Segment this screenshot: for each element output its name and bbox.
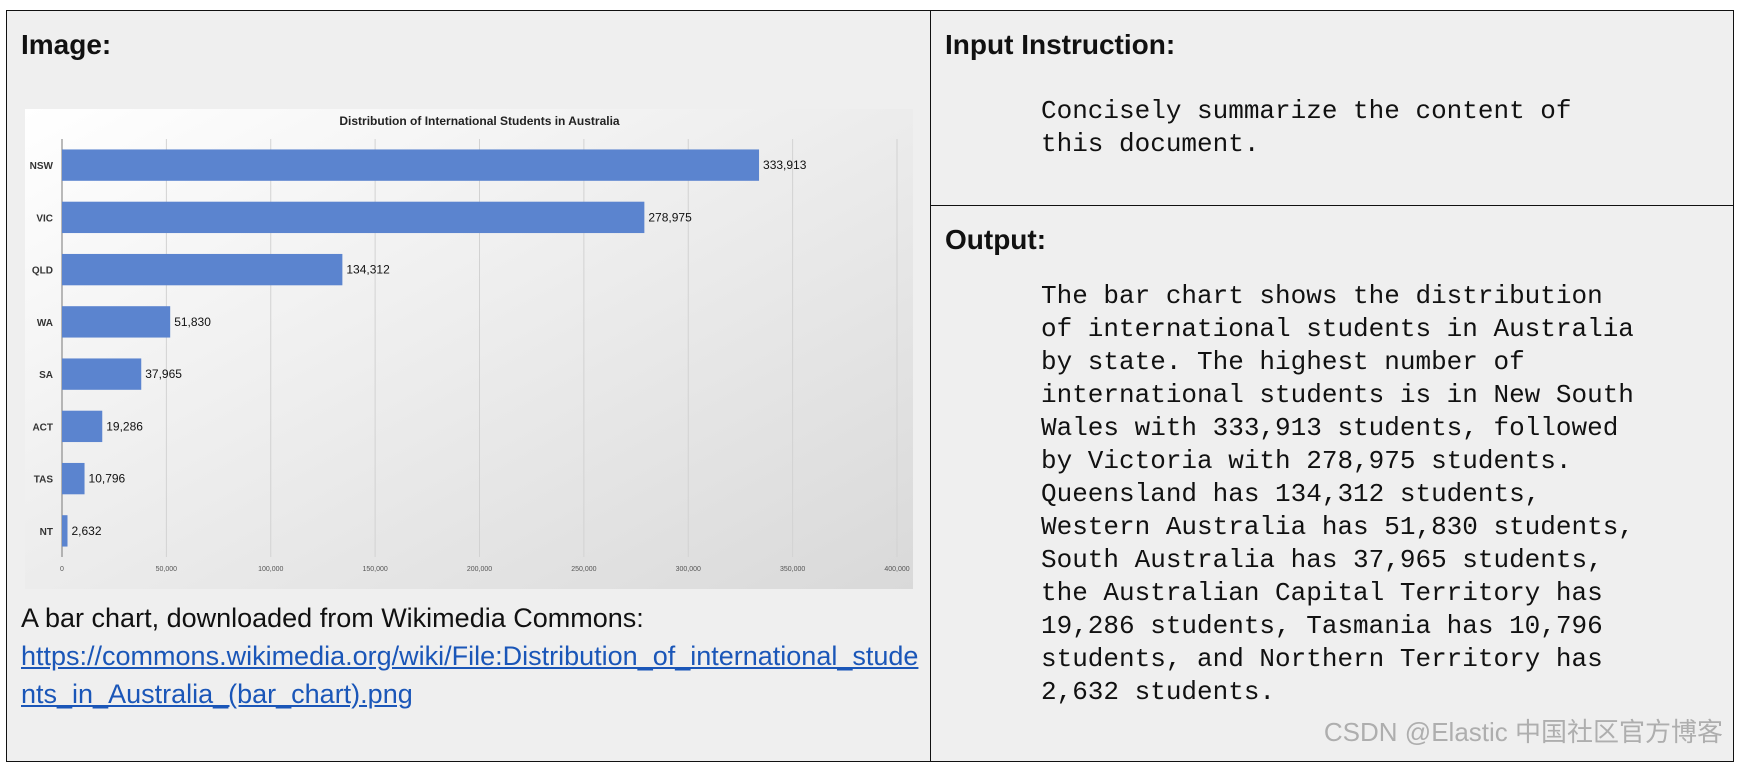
instruction-text: Concisely summarize the content of this … [1041,96,1572,159]
bar-nt [62,515,68,547]
bar-act [62,410,103,443]
value-label: 333,913 [763,158,807,172]
x-tick-label: 350,000 [780,566,805,573]
bar-vic [62,201,645,234]
output-text: The bar chart shows the distribution of … [1041,281,1634,707]
x-tick-label: 100,000 [258,566,283,573]
image-caption: A bar chart, downloaded from Wikimedia C… [21,599,921,713]
x-tick-label: 200,000 [467,566,492,573]
x-tick-label: 300,000 [676,566,701,573]
x-tick-label: 0 [60,566,64,573]
bar-tas [62,462,85,495]
source-link[interactable]: https://commons.wikimedia.org/wiki/File:… [21,641,918,709]
bar-wa [62,306,171,338]
category-label: SA [39,370,53,381]
x-tick-label: 50,000 [156,566,178,573]
value-label: 2,632 [71,524,101,538]
value-label: 37,965 [145,367,182,381]
instruction-heading: Input Instruction: [945,29,1176,60]
category-label: NSW [30,161,54,172]
output-heading: Output: [945,224,1047,255]
chart-background [25,109,913,589]
x-tick-label: 400,000 [884,566,909,573]
instruction-panel: Input Instruction: Concisely summarize t… [931,11,1733,206]
x-tick-label: 150,000 [362,566,387,573]
bar-sa [62,358,142,390]
value-label: 134,312 [346,263,390,277]
category-label: QLD [32,266,53,277]
category-label: NT [40,527,53,538]
value-label: 19,286 [106,419,143,433]
watermark: CSDN @Elastic 中国社区官方博客 [1323,717,1723,747]
category-label: ACT [32,422,53,433]
comparison-table: Image: Distribution of International Stu… [6,10,1734,762]
category-label: TAS [34,475,54,486]
value-label: 10,796 [89,472,126,486]
bar-qld [62,253,343,286]
caption-text: A bar chart, downloaded from Wikimedia C… [21,603,644,633]
category-label: VIC [36,213,53,224]
output-panel: Output: The bar chart shows the distribu… [931,206,1733,761]
value-label: 51,830 [174,315,211,329]
x-tick-label: 250,000 [571,566,596,573]
category-label: WA [37,318,53,329]
image-panel: Image: Distribution of International Stu… [7,11,931,761]
bar-chart-image: Distribution of International Students i… [25,109,913,589]
value-label: 278,975 [648,210,692,224]
chart-title: Distribution of International Students i… [339,114,620,128]
image-heading: Image: [21,29,112,60]
bar-nsw [62,149,760,181]
bar-chart: Distribution of International Students i… [25,109,913,589]
